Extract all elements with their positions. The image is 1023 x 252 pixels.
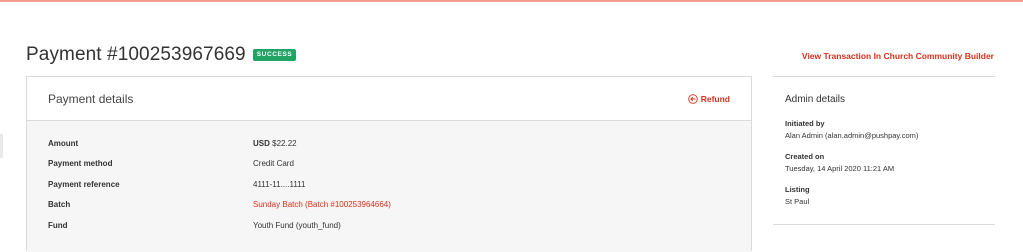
created-on-label: Created on xyxy=(785,152,825,161)
admin-details-title: Admin details xyxy=(785,94,846,105)
admin-details-bottom-divider xyxy=(773,224,995,225)
arrow-left-circle-icon xyxy=(687,93,698,104)
listing-group: Listing St Paul xyxy=(785,185,810,206)
payment-details-title: Payment details xyxy=(48,91,134,106)
admin-details-panel: Admin details Initiated by Alan Admin (a… xyxy=(773,76,995,225)
listing-label: Listing xyxy=(785,185,810,194)
row-batch: Batch Sunday Batch (Batch #100253964664) xyxy=(48,200,728,209)
payment-reference-value: 4111-11....1111 xyxy=(253,180,306,189)
batch-label: Batch xyxy=(48,200,71,209)
batch-link[interactable]: Sunday Batch (Batch #100253964664) xyxy=(253,200,391,209)
created-on-group: Created on Tuesday, 14 April 2020 11:21 … xyxy=(785,152,894,173)
status-badge: SUCCESS xyxy=(252,49,297,61)
page-title: Payment #100253967669 xyxy=(26,44,246,65)
left-edge-tab xyxy=(0,134,3,158)
fund-label: Fund xyxy=(48,221,68,230)
listing-value: St Paul xyxy=(785,197,810,206)
amount-label: Amount xyxy=(48,139,79,148)
row-payment-reference: Payment reference 4111-11....1111 xyxy=(48,180,728,189)
payment-method-label: Payment method xyxy=(48,159,113,168)
refund-label: Refund xyxy=(700,93,730,104)
amount-number: $22.22 xyxy=(272,139,297,148)
view-transaction-link[interactable]: View Transaction In Church Community Bui… xyxy=(802,51,994,61)
row-amount: Amount USD $22.22 xyxy=(48,139,728,148)
row-payment-method: Payment method Credit Card xyxy=(48,159,728,168)
initiated-by-value: Alan Admin (alan.admin@pushpay.com) xyxy=(785,131,919,140)
row-fund: Fund Youth Fund (youth_fund) xyxy=(48,221,728,230)
top-accent-bar xyxy=(0,0,1023,2)
refund-button[interactable]: Refund xyxy=(687,93,730,104)
payment-details-card: Payment details Refund Amount USD $22.22… xyxy=(26,76,752,252)
fund-value: Youth Fund (youth_fund) xyxy=(253,221,341,230)
page-header: Payment #100253967669 SUCCESS xyxy=(26,44,297,66)
amount-currency: USD xyxy=(253,139,270,148)
initiated-by-label: Initiated by xyxy=(785,119,825,128)
payment-details-body: Amount USD $22.22 Payment method Credit … xyxy=(27,121,751,252)
created-on-value: Tuesday, 14 April 2020 11:21 AM xyxy=(785,164,895,173)
payment-method-value: Credit Card xyxy=(253,159,294,168)
admin-details-top-divider xyxy=(773,76,995,77)
payment-reference-label: Payment reference xyxy=(48,180,120,189)
payment-details-header: Payment details Refund xyxy=(27,77,751,121)
amount-value: USD $22.22 xyxy=(253,139,297,148)
initiated-by-group: Initiated by Alan Admin (alan.admin@push… xyxy=(785,119,918,140)
